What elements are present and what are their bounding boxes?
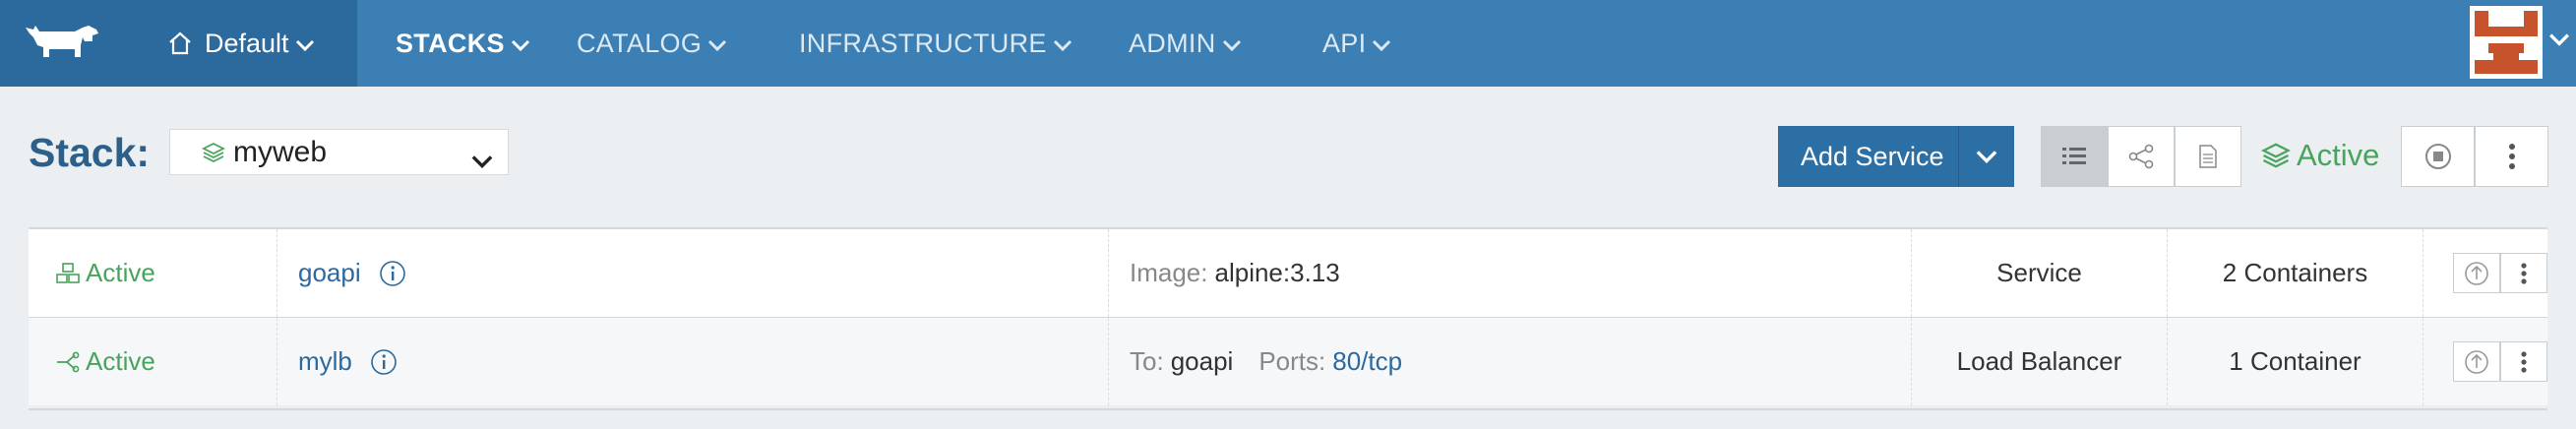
container-count: 2 Containers (2167, 229, 2423, 317)
service-name-cell: goapi (276, 229, 1108, 317)
list-view-button[interactable] (2041, 126, 2108, 187)
chevron-down-icon (1372, 38, 1391, 52)
service-name-link[interactable]: goapi (298, 258, 361, 288)
nav-catalog-label: CATALOG (577, 28, 703, 58)
nav-stacks[interactable]: STACKS (396, 0, 530, 87)
service-state: Active (29, 318, 276, 405)
chevron-down-icon (1976, 151, 1997, 163)
table-row[interactable]: Active mylb To: goapi Ports: 80/tcp Load… (29, 318, 2547, 405)
nav-stacks-label: STACKS (396, 28, 505, 58)
ports-link[interactable]: 80/tcp (1332, 346, 1402, 377)
nav-infrastructure-label: INFRASTRUCTURE (799, 28, 1047, 58)
service-state-label: Active (86, 346, 155, 376)
chevron-down-icon (470, 144, 494, 177)
upgrade-button[interactable] (2453, 253, 2500, 293)
row-actions (2423, 229, 2547, 317)
user-avatar[interactable] (2470, 6, 2543, 79)
target-label: To: (1130, 346, 1164, 376)
list-icon (2062, 148, 2086, 164)
layers-icon (202, 142, 225, 163)
table-row[interactable]: Active goapi Image: alpine:3.13 Service … (29, 229, 2547, 318)
environment-label: Default (205, 28, 289, 58)
graph-view-button[interactable] (2108, 126, 2175, 187)
service-detail-cell: To: goapi Ports: 80/tcp (1108, 318, 1911, 405)
stack-selector-value: myweb (233, 135, 328, 168)
info-icon[interactable] (370, 348, 398, 376)
stack-title-label: Stack: (29, 130, 151, 175)
chevron-down-icon[interactable] (2548, 31, 2570, 52)
home-icon (167, 31, 193, 56)
compose-file-view-button[interactable] (2175, 126, 2241, 187)
stack-state: Active (2261, 138, 2379, 173)
services-table: Active goapi Image: alpine:3.13 Service … (29, 227, 2547, 410)
more-options-icon (2521, 350, 2527, 373)
more-options-icon (2521, 262, 2527, 284)
nav-api[interactable]: API (1322, 0, 1391, 87)
nav-admin-label: ADMIN (1129, 28, 1216, 58)
row-actions (2423, 318, 2547, 405)
ports-label: Ports: (1258, 346, 1326, 376)
target-value: goapi (1170, 346, 1234, 376)
stack-state-label: Active (2297, 138, 2380, 172)
stack-more-options-button[interactable] (2475, 126, 2548, 187)
info-icon[interactable] (379, 260, 406, 287)
chevron-down-icon (295, 38, 315, 52)
more-options-icon (2508, 144, 2515, 169)
chevron-down-icon (1053, 38, 1073, 52)
service-state-label: Active (86, 258, 155, 287)
upgrade-button[interactable] (2453, 341, 2500, 382)
nav-catalog[interactable]: CATALOG (577, 0, 727, 87)
image-label: Image: (1130, 258, 1208, 287)
chevron-down-icon (707, 38, 727, 52)
chevron-down-icon (511, 38, 530, 52)
container-count: 1 Container (2167, 318, 2423, 405)
service-type: Load Balancer (1911, 318, 2167, 405)
service-name-link[interactable]: mylb (298, 346, 352, 377)
add-service-button[interactable]: Add Service (1778, 126, 2014, 187)
upgrade-icon (2465, 349, 2488, 374)
rancher-logo-icon[interactable] (0, 0, 123, 87)
graph-icon (2128, 144, 2154, 169)
chevron-down-icon (1222, 38, 1242, 52)
service-icon (55, 262, 81, 285)
compose-file-icon (2199, 145, 2217, 168)
stop-stack-button[interactable] (2401, 126, 2475, 187)
service-state: Active (29, 229, 276, 317)
service-type: Service (1911, 229, 2167, 317)
add-service-dropdown-toggle[interactable] (1958, 126, 2014, 187)
nav-api-label: API (1322, 28, 1367, 58)
nav-admin[interactable]: ADMIN (1129, 0, 1242, 87)
upgrade-icon (2465, 261, 2488, 285)
service-name-cell: mylb (276, 318, 1108, 405)
top-navigation-bar: Default STACKS CATALOG INFRASTRUCTURE AD… (0, 0, 2576, 87)
add-service-label: Add Service (1801, 141, 1944, 171)
layers-icon (2261, 142, 2291, 169)
stack-selector[interactable]: myweb (169, 129, 509, 175)
nav-infrastructure[interactable]: INFRASTRUCTURE (799, 0, 1073, 87)
environment-switcher[interactable]: Default (123, 0, 357, 87)
service-detail-cell: Image: alpine:3.13 (1108, 229, 1911, 317)
load-balancer-icon (55, 350, 81, 374)
image-value: alpine:3.13 (1214, 258, 1340, 287)
row-more-options-button[interactable] (2500, 341, 2547, 382)
stop-icon (2424, 144, 2451, 169)
row-more-options-button[interactable] (2500, 253, 2547, 293)
